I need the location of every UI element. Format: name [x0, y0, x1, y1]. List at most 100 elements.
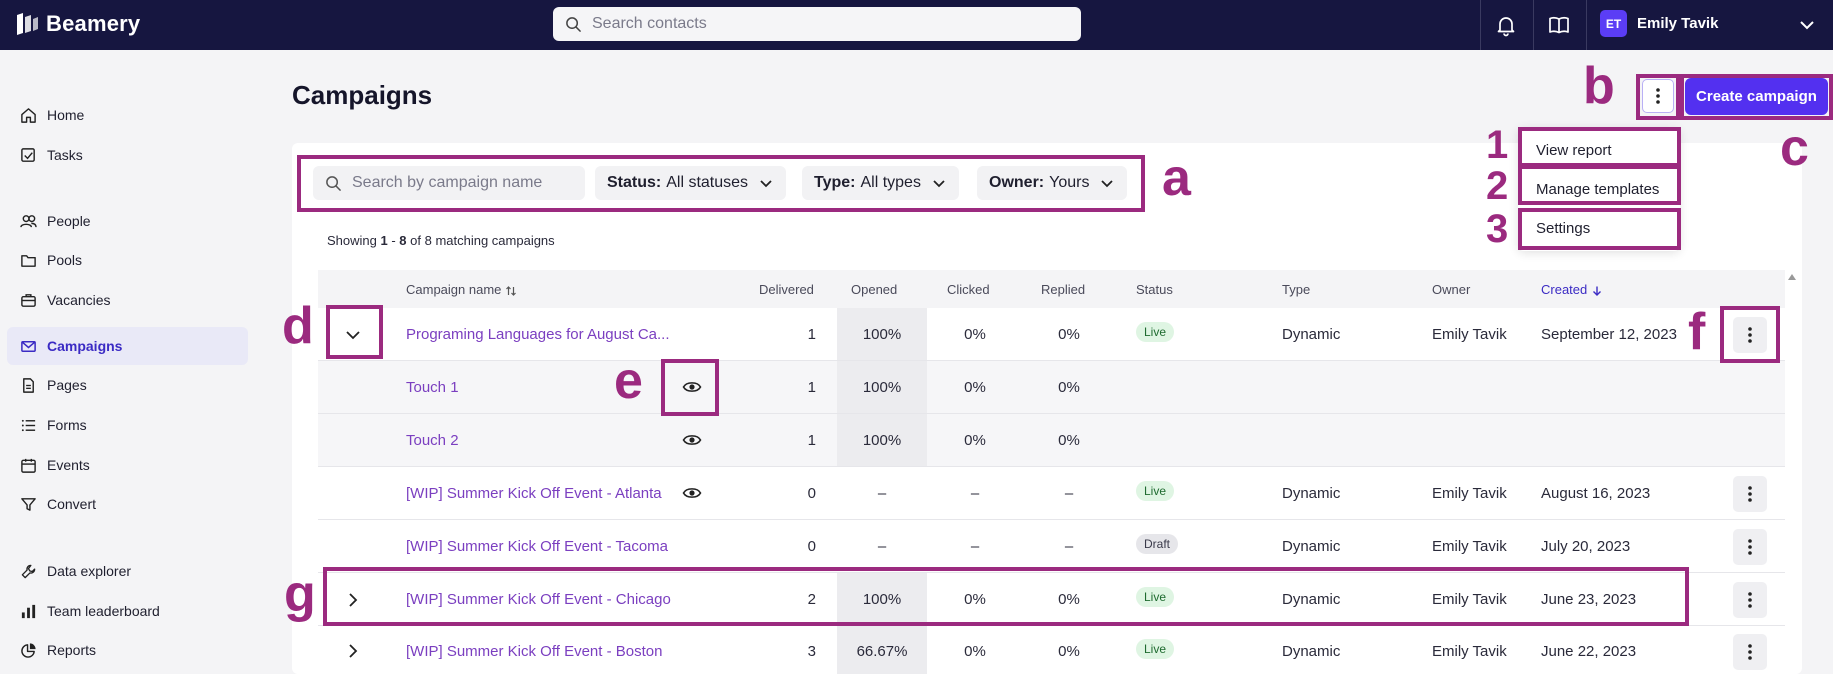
annotation-label-g: g	[284, 565, 316, 623]
list-icon	[21, 419, 36, 431]
campaign-name-link[interactable]: [WIP] Summer Kick Off Event - Atlanta	[406, 485, 662, 502]
delivered-value: 0	[807, 538, 816, 555]
column-header-type[interactable]: Type	[1282, 282, 1310, 297]
column-header-delivered[interactable]: Delivered	[759, 282, 814, 297]
touch-name-link[interactable]: Touch 1	[406, 379, 459, 396]
status-badge: Draft	[1136, 534, 1179, 554]
annotation-label-e: e	[614, 352, 643, 410]
results-count: Showing 1 - 8 of 8 matching campaigns	[327, 233, 555, 248]
pie-icon	[21, 642, 36, 658]
clicked-value: 0%	[964, 379, 986, 396]
status-badge: Live	[1136, 481, 1175, 501]
page-title: Campaigns	[292, 80, 433, 110]
sidebar-item-label: Tasks	[47, 147, 83, 163]
notifications-button[interactable]	[1492, 11, 1520, 39]
column-header-campaign-name[interactable]: Campaign name	[406, 282, 517, 297]
tasks-icon	[21, 147, 35, 162]
touch-name-link[interactable]: Touch 2	[406, 432, 459, 449]
sidebar-item-people[interactable]: People	[7, 202, 248, 240]
column-header-opened[interactable]: Opened	[851, 282, 897, 297]
owner-value: Emily Tavik	[1432, 643, 1507, 660]
column-header-replied[interactable]: Replied	[1041, 282, 1085, 297]
eye-icon[interactable]	[682, 483, 702, 503]
column-label: Campaign name	[406, 282, 502, 297]
sidebar-item-tasks[interactable]: Tasks	[7, 136, 248, 174]
results-prefix: Showing	[327, 233, 377, 248]
chevron-down-icon[interactable]	[1797, 15, 1817, 35]
campaign-name-link[interactable]: [WIP] Summer Kick Off Event - Boston	[406, 643, 662, 660]
search-contacts-input[interactable]	[592, 15, 1072, 33]
owner-value: Emily Tavik	[1432, 538, 1507, 555]
results-range-end: 8	[399, 233, 407, 248]
top-bar: Beamery ET Emily Tavik	[0, 0, 1833, 50]
topbar-divider	[1480, 0, 1481, 50]
campaign-name-link[interactable]: Programing Languages for August Ca...	[406, 326, 670, 343]
annotation-box-b	[1636, 74, 1680, 120]
beamery-logo-icon	[17, 13, 38, 35]
kebab-icon	[1748, 592, 1752, 608]
sidebar-item-pools[interactable]: Pools	[7, 241, 248, 279]
clicked-value: 0%	[964, 643, 986, 660]
search-icon	[566, 16, 581, 32]
column-header-status[interactable]: Status	[1136, 282, 1173, 297]
row-actions-button[interactable]	[1733, 582, 1767, 618]
beamery-logo[interactable]: Beamery	[14, 11, 140, 37]
delivered-value: 1	[807, 326, 816, 343]
created-value: June 22, 2023	[1541, 643, 1637, 660]
column-header-clicked[interactable]: Clicked	[947, 282, 990, 297]
sidebar-item-label: Campaigns	[47, 338, 123, 354]
search-contacts-box[interactable]	[553, 7, 1081, 41]
sidebar-item-label: Events	[47, 457, 90, 473]
annotation-box-2	[1518, 165, 1681, 205]
annotation-box-g	[323, 567, 1689, 626]
arrow-down-icon	[1592, 286, 1601, 296]
annotation-box-c	[1680, 74, 1833, 120]
row-actions-button[interactable]	[1733, 476, 1767, 512]
campaign-name-link[interactable]: [WIP] Summer Kick Off Event - Tacoma	[406, 538, 668, 555]
replied-value: 0%	[1058, 326, 1080, 343]
sidebar-item-convert[interactable]: Convert	[7, 485, 248, 523]
delivered-value: 1	[807, 379, 816, 396]
clicked-value: 0%	[964, 326, 986, 343]
column-header-created[interactable]: Created	[1541, 282, 1603, 297]
sidebar-item-vacancies[interactable]: Vacancies	[7, 281, 248, 319]
sidebar-item-reports[interactable]: Reports	[7, 631, 248, 669]
kebab-icon	[1748, 539, 1752, 555]
people-icon	[20, 214, 37, 227]
scroll-up-icon[interactable]	[1787, 272, 1797, 282]
column-header-owner[interactable]: Owner	[1432, 282, 1470, 297]
annotation-label-c: c	[1780, 119, 1809, 177]
kebab-icon	[1748, 644, 1752, 660]
annotation-label-2: 2	[1486, 164, 1509, 208]
sidebar-item-label: Convert	[47, 496, 97, 512]
delivered-value: 0	[807, 485, 816, 502]
opened-value: 100%	[862, 326, 902, 343]
help-docs-button[interactable]	[1545, 11, 1573, 39]
sidebar-item-events[interactable]: Events	[7, 446, 248, 484]
sidebar-item-data-explorer[interactable]: Data explorer	[7, 552, 248, 590]
sidebar-item-label: Team leaderboard	[47, 603, 160, 619]
bell-icon	[1497, 17, 1515, 37]
row-actions-button[interactable]	[1733, 634, 1767, 670]
annotation-box-f	[1720, 306, 1780, 363]
sidebar-item-team-leaderboard[interactable]: Team leaderboard	[7, 592, 248, 630]
created-value: September 12, 2023	[1541, 326, 1677, 343]
opened-value: –	[877, 485, 887, 502]
clicked-value: –	[970, 538, 980, 555]
sidebar-item-campaigns[interactable]: Campaigns	[7, 327, 248, 365]
chevron-right-icon[interactable]	[343, 641, 363, 661]
annotation-box-e	[661, 359, 719, 416]
user-menu[interactable]: ET Emily Tavik	[1600, 10, 1718, 37]
sidebar-item-forms[interactable]: Forms	[7, 406, 248, 444]
sidebar: Home Tasks People Pools Vacancies Campai…	[0, 50, 260, 674]
sidebar-item-label: Forms	[47, 417, 87, 433]
sidebar-item-home[interactable]: Home	[7, 96, 248, 134]
sidebar-item-pages[interactable]: Pages	[7, 366, 248, 404]
eye-icon[interactable]	[682, 430, 702, 450]
status-badge: Live	[1136, 322, 1175, 342]
replied-value: –	[1064, 485, 1074, 502]
created-value: August 16, 2023	[1541, 485, 1651, 502]
row-actions-button[interactable]	[1733, 529, 1767, 565]
topbar-divider	[1533, 0, 1534, 50]
annotation-label-3: 3	[1486, 207, 1509, 251]
